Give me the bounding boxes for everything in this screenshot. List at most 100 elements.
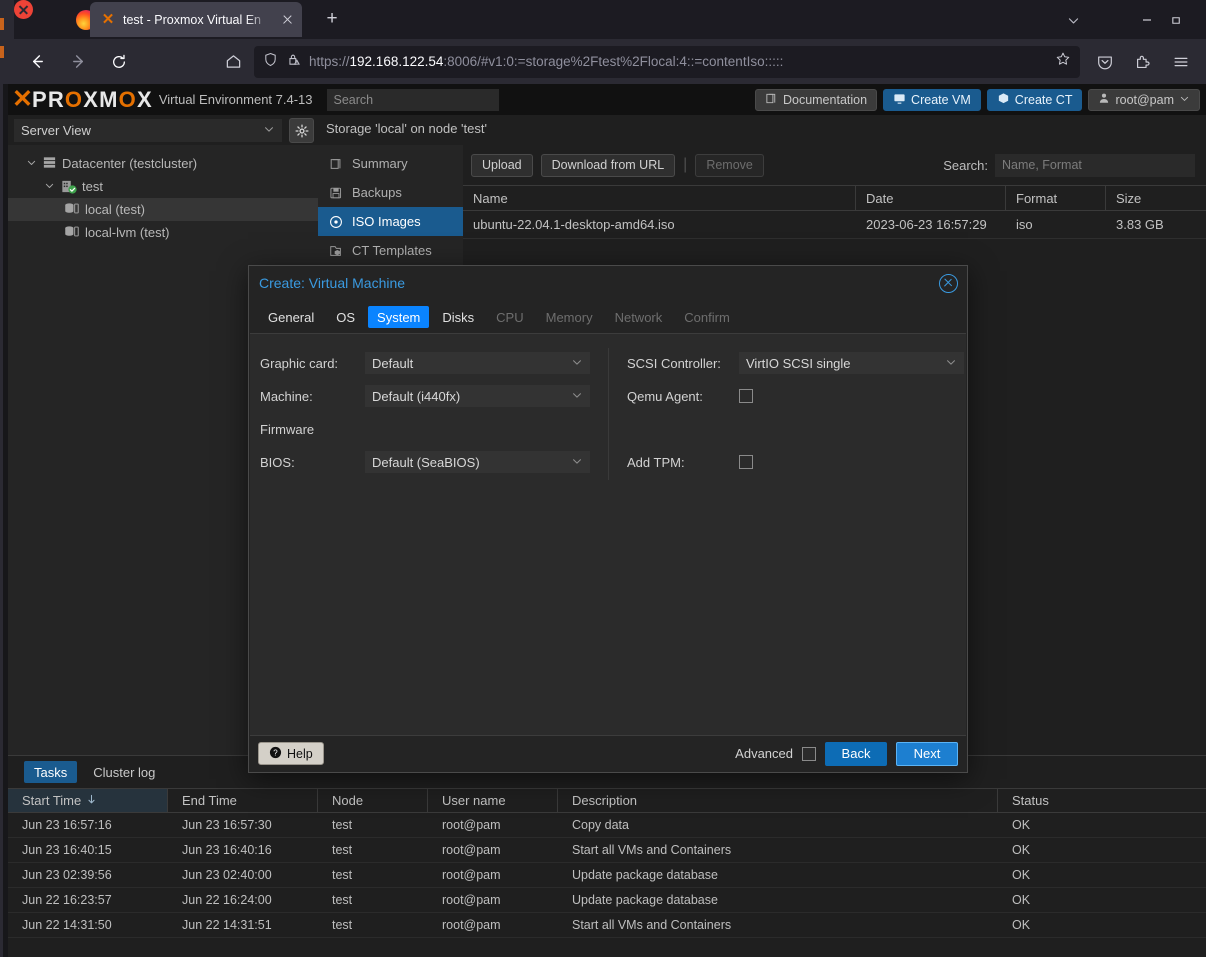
- tab-tasks[interactable]: Tasks: [24, 761, 78, 783]
- column-header-user-name[interactable]: User name: [428, 789, 558, 812]
- tab-confirm[interactable]: Confirm: [675, 306, 739, 328]
- maximize-icon[interactable]: [1164, 8, 1188, 32]
- close-circle-icon[interactable]: [939, 274, 958, 293]
- pve-header-actions: Documentation Create VM Create CT root@p…: [754, 88, 1206, 111]
- bios-select[interactable]: Default (SeaBIOS): [365, 451, 590, 473]
- iso-toolbar: Upload Download from URL | Remove Search…: [463, 145, 1206, 185]
- content-menu-label: Backups: [352, 185, 402, 200]
- iso-format-cell: iso: [1016, 217, 1033, 232]
- scsi-controller-select[interactable]: VirtIO SCSI single: [739, 352, 964, 374]
- user-icon: [1098, 92, 1110, 107]
- tab-general[interactable]: General: [259, 306, 323, 328]
- hamburger-menu-icon[interactable]: [1166, 47, 1196, 77]
- reload-icon[interactable]: [104, 47, 134, 77]
- gear-icon[interactable]: [289, 118, 314, 143]
- task-status: OK: [1012, 918, 1031, 932]
- column-header-description[interactable]: Description: [558, 789, 998, 812]
- column-header-start-time[interactable]: Start Time: [8, 789, 168, 812]
- column-header-end-time[interactable]: End Time: [168, 789, 318, 812]
- lock-warning-icon[interactable]: [286, 52, 301, 72]
- table-row[interactable]: Jun 22 14:31:50 Jun 22 14:31:51 test roo…: [8, 913, 1206, 938]
- extensions-icon[interactable]: [1128, 47, 1158, 77]
- forward-arrow-icon[interactable]: [63, 47, 93, 77]
- tab-system[interactable]: System: [368, 306, 430, 328]
- url-bar[interactable]: https://192.168.122.54:8006/#v1:0:=stora…: [254, 45, 1080, 78]
- tab-os[interactable]: OS: [327, 306, 364, 328]
- download-from-url-button[interactable]: Download from URL: [540, 153, 676, 177]
- tree-item-node-test[interactable]: test: [8, 175, 318, 198]
- table-row[interactable]: Jun 22 16:23:57 Jun 22 16:24:00 test roo…: [8, 888, 1206, 913]
- table-row[interactable]: ubuntu-22.04.1-desktop-amd64.iso 2023-06…: [463, 211, 1206, 239]
- tab-cluster-log[interactable]: Cluster log: [83, 761, 165, 783]
- table-row[interactable]: Jun 23 16:57:16 Jun 23 16:57:30 test roo…: [8, 813, 1206, 838]
- svg-text:?: ?: [273, 748, 278, 757]
- user-menu-button[interactable]: root@pam: [1088, 88, 1200, 111]
- node-icon: [60, 179, 77, 194]
- back-button[interactable]: Back: [825, 741, 887, 766]
- back-arrow-icon[interactable]: [22, 47, 52, 77]
- minimize-icon[interactable]: [1135, 8, 1159, 32]
- column-header-size[interactable]: Size: [1106, 186, 1206, 210]
- firmware-section-heading: Firmware: [250, 414, 608, 444]
- firmware-label: Firmware: [260, 421, 315, 437]
- machine-select[interactable]: Default (i440fx): [365, 385, 590, 407]
- field-add-tpm: Add TPM:: [617, 447, 966, 477]
- shield-icon[interactable]: [263, 52, 278, 72]
- content-menu-item-summary[interactable]: Summary: [318, 149, 463, 178]
- content-menu-item-ct-templates[interactable]: CT Templates: [318, 236, 463, 265]
- pocket-icon[interactable]: [1090, 47, 1120, 77]
- dialog-footer: ? Help Advanced Back Next: [250, 735, 966, 772]
- window-close-icon[interactable]: [14, 0, 33, 19]
- tree-item-datacenter[interactable]: Datacenter (testcluster): [8, 152, 318, 175]
- tab-network[interactable]: Network: [606, 306, 672, 328]
- search-input[interactable]: Name, Format: [995, 153, 1195, 177]
- content-menu-item-backups[interactable]: Backups: [318, 178, 463, 207]
- chevron-down-icon[interactable]: [1057, 8, 1089, 32]
- tab-cpu[interactable]: CPU: [487, 306, 532, 328]
- dialog-help-button[interactable]: ? Help: [258, 742, 324, 765]
- documentation-button[interactable]: Documentation: [754, 88, 878, 111]
- qemu-agent-checkbox[interactable]: [739, 389, 753, 403]
- tab-memory[interactable]: Memory: [537, 306, 602, 328]
- storage-icon: [64, 201, 80, 219]
- window-controls: [14, 0, 1180, 39]
- create-vm-button[interactable]: Create VM: [883, 88, 981, 111]
- field-bios: BIOS: Default (SeaBIOS): [250, 447, 608, 477]
- tree-item-storage-local-lvm[interactable]: local-lvm (test): [8, 221, 318, 244]
- tree-item-storage-local[interactable]: local (test): [8, 198, 318, 221]
- home-icon[interactable]: [218, 47, 248, 77]
- table-row[interactable]: Jun 23 16:40:15 Jun 23 16:40:16 test roo…: [8, 838, 1206, 863]
- next-button[interactable]: Next: [896, 741, 958, 766]
- column-header-format[interactable]: Format: [1006, 186, 1106, 210]
- new-tab-button[interactable]: +: [320, 8, 344, 32]
- documentation-label: Documentation: [782, 92, 868, 107]
- remove-button[interactable]: Remove: [695, 153, 764, 177]
- column-label: Start Time: [22, 793, 82, 808]
- tab-disks[interactable]: Disks: [433, 306, 483, 328]
- star-icon[interactable]: [1055, 51, 1071, 72]
- content-menu-label: Summary: [352, 156, 408, 171]
- advanced-checkbox[interactable]: [802, 746, 816, 761]
- add-tpm-checkbox[interactable]: [739, 455, 753, 469]
- column-header-status[interactable]: Status: [998, 789, 1192, 812]
- global-search-input[interactable]: Search: [326, 88, 499, 111]
- chevron-down-icon[interactable]: [44, 179, 55, 194]
- upload-button[interactable]: Upload: [471, 153, 533, 177]
- close-icon[interactable]: [280, 12, 296, 28]
- column-header-node[interactable]: Node: [318, 789, 428, 812]
- scsi-controller-value: VirtIO SCSI single: [746, 355, 851, 371]
- task-end-time: Jun 22 16:24:00: [182, 893, 272, 907]
- task-end-time: Jun 22 14:31:51: [182, 918, 272, 932]
- content-menu-item-iso-images[interactable]: ISO Images: [318, 207, 463, 236]
- column-header-name[interactable]: Name: [463, 186, 856, 210]
- chevron-down-icon[interactable]: [26, 156, 37, 171]
- view-selector[interactable]: Server View: [14, 119, 282, 142]
- browser-tab[interactable]: ✕ test - Proxmox Virtual En: [90, 2, 302, 37]
- table-row[interactable]: Jun 23 02:39:56 Jun 23 02:40:00 test roo…: [8, 863, 1206, 888]
- column-header-date[interactable]: Date: [856, 186, 1006, 210]
- create-ct-button[interactable]: Create CT: [986, 88, 1083, 111]
- graphic-card-select[interactable]: Default: [365, 352, 590, 374]
- task-node: test: [332, 868, 353, 882]
- proxmox-logo: ✕ PROXMOX: [8, 87, 153, 113]
- task-node: test: [332, 843, 353, 857]
